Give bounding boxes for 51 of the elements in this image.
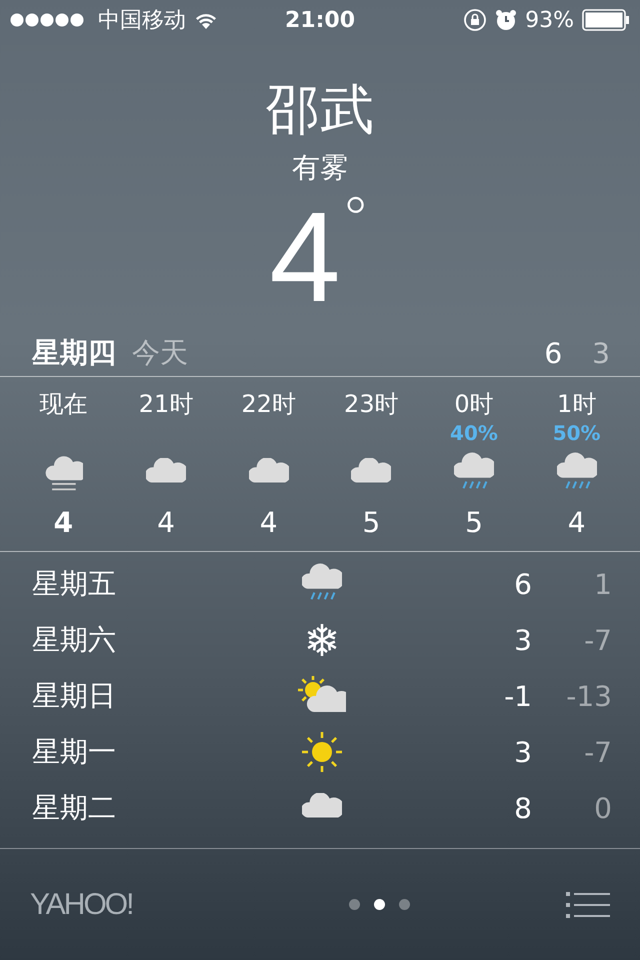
- page-dot[interactable]: [348, 899, 360, 910]
- degree-sign: °: [340, 190, 371, 250]
- alarm-icon: [495, 9, 518, 31]
- page-dot[interactable]: [374, 899, 385, 910]
- low-temperature: 1: [593, 568, 612, 600]
- high-temperature: 6: [544, 336, 562, 370]
- low-temperature: -13: [565, 680, 612, 712]
- low-temperature: -7: [583, 736, 612, 768]
- battery-percent: 93%: [525, 8, 574, 32]
- city-name: 邵武: [266, 78, 374, 142]
- today-label: 今天: [132, 335, 188, 371]
- weekday: 星期一: [32, 734, 117, 770]
- hour-temperature: 4: [157, 505, 175, 541]
- hour-temperature: 4: [568, 505, 586, 541]
- weekday: 星期四: [32, 335, 116, 371]
- weekday: 星期五: [32, 566, 117, 602]
- weekday: 星期日: [32, 678, 117, 714]
- high-temperature: 8: [513, 792, 532, 824]
- high-temperature: 3: [513, 736, 532, 768]
- page-dot[interactable]: [398, 899, 410, 910]
- hour-label: 23时: [344, 389, 399, 420]
- hour-label: 21时: [138, 389, 194, 420]
- list-icon[interactable]: [566, 892, 610, 918]
- low-temperature: 0: [593, 792, 612, 824]
- hour-temperature: 5: [465, 505, 483, 541]
- weekday: 星期二: [32, 790, 117, 826]
- clock-time: 21:00: [284, 8, 356, 32]
- wifi-icon: [194, 11, 218, 29]
- weekday: 星期六: [32, 622, 117, 658]
- high-temperature: -1: [503, 680, 532, 712]
- low-temperature: 3: [592, 336, 610, 370]
- weather-condition: 有雾: [292, 150, 348, 186]
- hour-temperature: 4: [54, 505, 74, 541]
- hour-temperature: 5: [362, 505, 380, 541]
- hour-label: 1时: [557, 389, 596, 420]
- hour-label: 22时: [241, 389, 296, 420]
- hour-label: 0时: [454, 389, 494, 420]
- rotation-lock-icon: [463, 8, 488, 32]
- carrier-name: 中国移动: [98, 7, 186, 35]
- snowflake-icon: [305, 622, 339, 658]
- high-temperature: 3: [513, 624, 532, 656]
- precipitation-chance: 50%: [552, 421, 601, 445]
- precipitation-chance: 40%: [450, 421, 498, 445]
- hour-label: 现在: [39, 389, 88, 420]
- yahoo-logo[interactable]: YAHOO!: [30, 888, 132, 922]
- hour-temperature: 4: [260, 505, 278, 541]
- battery-icon: [582, 9, 630, 31]
- sun-icon: [301, 731, 343, 773]
- current-temperature: 4: [269, 190, 341, 326]
- low-temperature: -7: [583, 624, 612, 656]
- high-temperature: 6: [513, 568, 532, 600]
